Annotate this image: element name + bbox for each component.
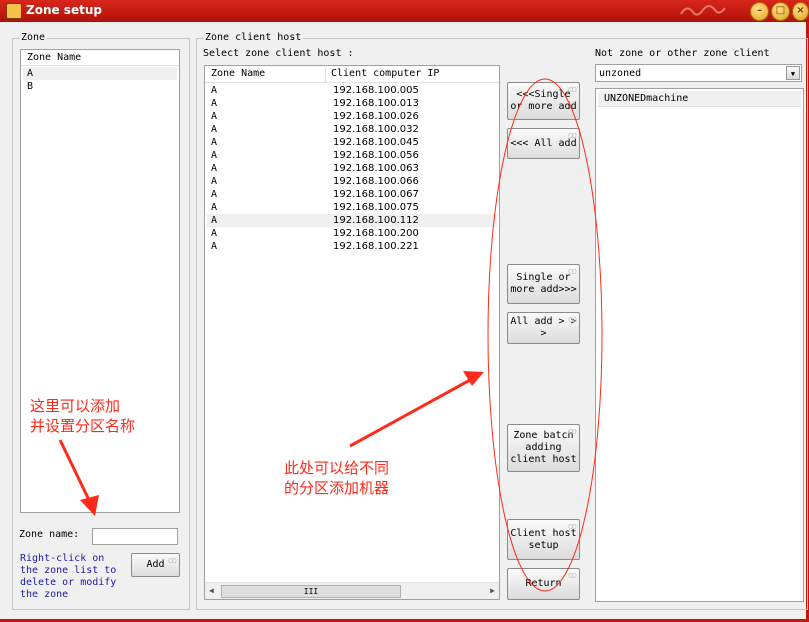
annotation-text-left: 这里可以添加 并设置分区名称 (30, 397, 136, 435)
annotation-arrowhead-left (80, 495, 99, 516)
annotation-arrow-center (349, 378, 471, 448)
annotation-arrow-left (58, 439, 92, 503)
annotation-overlay (58, 78, 603, 592)
annotation-text-center: 此处可以给不同 的分区添加机器 (284, 459, 390, 497)
annotation-ellipse (487, 78, 603, 592)
